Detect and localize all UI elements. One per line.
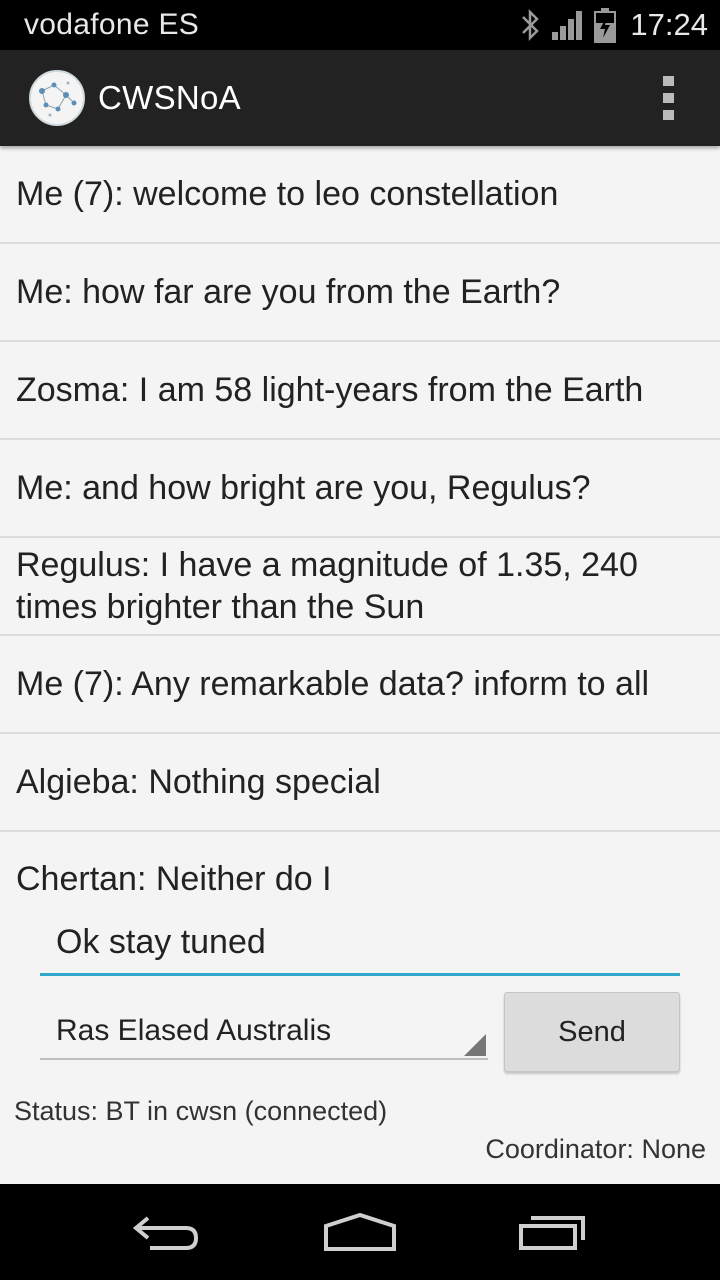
message-item[interactable]: Zosma: I am 58 light-years from the Eart… [0, 342, 720, 440]
navigation-bar [0, 1184, 720, 1280]
coordinator-status: Coordinator: None [485, 1134, 706, 1164]
action-bar: CWSNoA [0, 50, 720, 146]
dropdown-caret-icon [464, 1034, 486, 1056]
send-button[interactable]: Send [504, 992, 680, 1072]
recipient-spinner[interactable]: Ras Elased Australis [40, 1000, 488, 1060]
message-item[interactable]: Algieba: Nothing special [0, 734, 720, 832]
bluetooth-icon [520, 8, 542, 42]
message-item[interactable]: Chertan: Neither do I [0, 832, 720, 926]
carrier-name: vodafone ES [24, 8, 200, 41]
signal-icon [550, 8, 586, 42]
overflow-dot [662, 93, 674, 103]
clock: 17:24 [630, 7, 708, 42]
overflow-menu-icon[interactable] [656, 76, 680, 120]
overflow-dot [662, 110, 674, 120]
screen: vodafone ES 17:24 CWSNoA Me (7): welcome… [0, 0, 720, 1280]
message-item[interactable]: Regulus: I have a magnitude of 1.35, 240… [0, 538, 720, 636]
app-title: CWSNoA [98, 79, 241, 116]
constellation-logo-icon[interactable] [28, 69, 86, 127]
message-item[interactable]: Me: and how bright are you, Regulus? [0, 440, 720, 538]
back-icon[interactable] [107, 1184, 227, 1280]
recent-apps-icon[interactable] [493, 1184, 613, 1280]
connection-status: Status: BT in cwsn (connected) [14, 1096, 388, 1126]
status-bar: vodafone ES 17:24 [0, 0, 720, 50]
battery-charging-icon [594, 7, 617, 43]
message-list[interactable]: Me (7): welcome to leo constellation Me:… [0, 146, 720, 926]
message-item[interactable]: Me: how far are you from the Earth? [0, 244, 720, 342]
message-item[interactable]: Me (7): welcome to leo constellation [0, 146, 720, 244]
message-input[interactable] [40, 918, 680, 976]
message-item[interactable]: Me (7): Any remarkable data? inform to a… [0, 636, 720, 734]
overflow-dot [662, 76, 674, 86]
status-icons: 17:24 [520, 7, 708, 43]
recipient-selected: Ras Elased Australis [56, 1014, 332, 1047]
home-icon[interactable] [300, 1184, 420, 1280]
